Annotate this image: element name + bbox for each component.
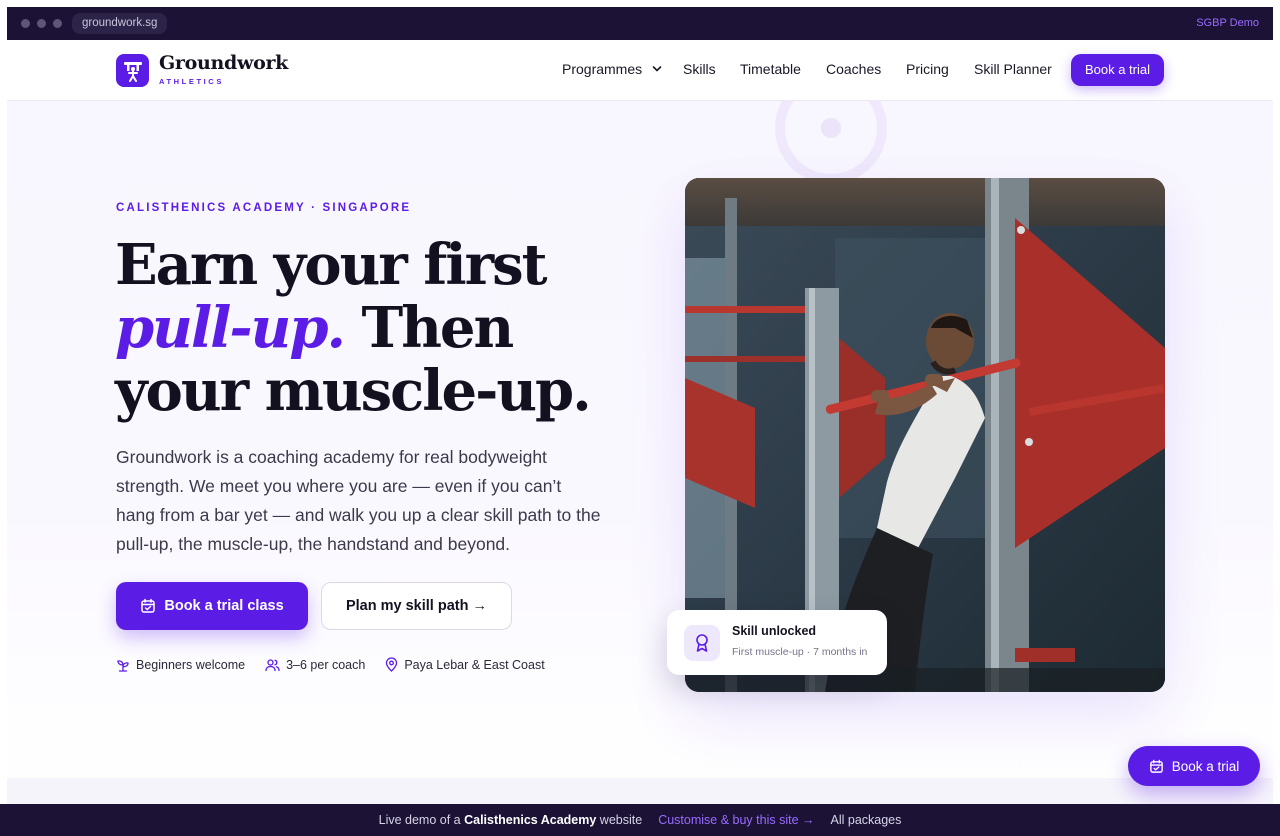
window-dot[interactable] [37, 19, 46, 28]
book-trial-nav-button[interactable]: Book a trial [1071, 54, 1164, 86]
address-bar[interactable]: groundwork.sg [72, 13, 168, 34]
nav-item-timetable[interactable]: Timetable [740, 61, 801, 77]
feature-chip: Paya Lebar & East Coast [385, 657, 545, 672]
floating-book-trial-button[interactable]: Book a trial [1128, 746, 1260, 786]
browser-toolbar: groundwork.sg SGBP Demo [7, 7, 1273, 40]
all-packages-link[interactable]: All packages [831, 813, 902, 827]
button-label: Book a trial [1171, 758, 1240, 774]
calendar-icon [1149, 759, 1163, 773]
page: Groundwork ATHLETICS Programmes Skills T… [7, 40, 1273, 804]
hero-features: Beginners welcome 3–6 per coach Paya Leb… [116, 657, 545, 672]
nav-item-label: Programmes [562, 61, 643, 77]
hero-eyebrow: CALISTHENICS ACADEMY · SINGAPORE [116, 202, 412, 214]
location-pin-icon [386, 657, 398, 672]
feature-label: Beginners welcome [136, 657, 246, 672]
hero-headline: Earn your first pull-up. Then your muscle… [115, 234, 655, 423]
button-label: Book a trial class [164, 598, 284, 614]
demo-tag: SGBP Demo [1196, 17, 1259, 29]
feature-label: Paya Lebar & East Coast [404, 657, 545, 672]
feature-chip: 3–6 per coach [265, 657, 365, 672]
card-subtitle: First muscle-up · 7 months in [732, 646, 868, 658]
headline-accent: pull-up. [115, 295, 346, 361]
calendar-icon [141, 598, 156, 613]
next-section-edge [7, 778, 1273, 804]
logo-icon[interactable] [116, 54, 149, 87]
skill-unlocked-card: Skill unlocked First muscle-up · 7 month… [667, 610, 887, 675]
nav-item-coaches[interactable]: Coaches [826, 61, 881, 77]
book-trial-class-button[interactable]: Book a trial class [116, 582, 308, 630]
medal-icon [684, 625, 720, 661]
brand-name[interactable]: Groundwork [159, 52, 288, 74]
demo-site-type: Calisthenics Academy [464, 813, 597, 827]
nav-item-skills[interactable]: Skills [683, 61, 716, 77]
demo-banner: Live demo of a Calisthenics Academy webs… [0, 804, 1280, 836]
customise-buy-link[interactable]: Customise & buy this site → [658, 813, 814, 827]
hero-lead: Groundwork is a coaching academy for rea… [116, 447, 601, 554]
sprout-icon [117, 659, 129, 672]
window-controls [21, 19, 62, 28]
nav-item-pricing[interactable]: Pricing [906, 61, 949, 77]
headline-part1: Earn your first [115, 232, 548, 298]
nav-item-programmes[interactable]: Programmes [562, 61, 662, 77]
card-title: Skill unlocked [732, 624, 817, 638]
nav-item-skill-planner[interactable]: Skill Planner [974, 61, 1052, 77]
brand-tagline: ATHLETICS [159, 77, 224, 86]
demo-prefix: Live demo of a [378, 813, 465, 827]
chevron-down-icon [652, 66, 662, 72]
feature-chip: Beginners welcome [116, 657, 245, 672]
feature-label: 3–6 per coach [286, 657, 366, 672]
plan-skill-path-button[interactable]: Plan my skill path → [321, 582, 512, 630]
window-dot[interactable] [21, 19, 30, 28]
site-header: Groundwork ATHLETICS Programmes Skills T… [7, 40, 1273, 101]
users-icon [265, 658, 280, 671]
decorative-dot [821, 118, 841, 138]
demo-suffix: website [596, 813, 643, 827]
window-dot[interactable] [53, 19, 62, 28]
